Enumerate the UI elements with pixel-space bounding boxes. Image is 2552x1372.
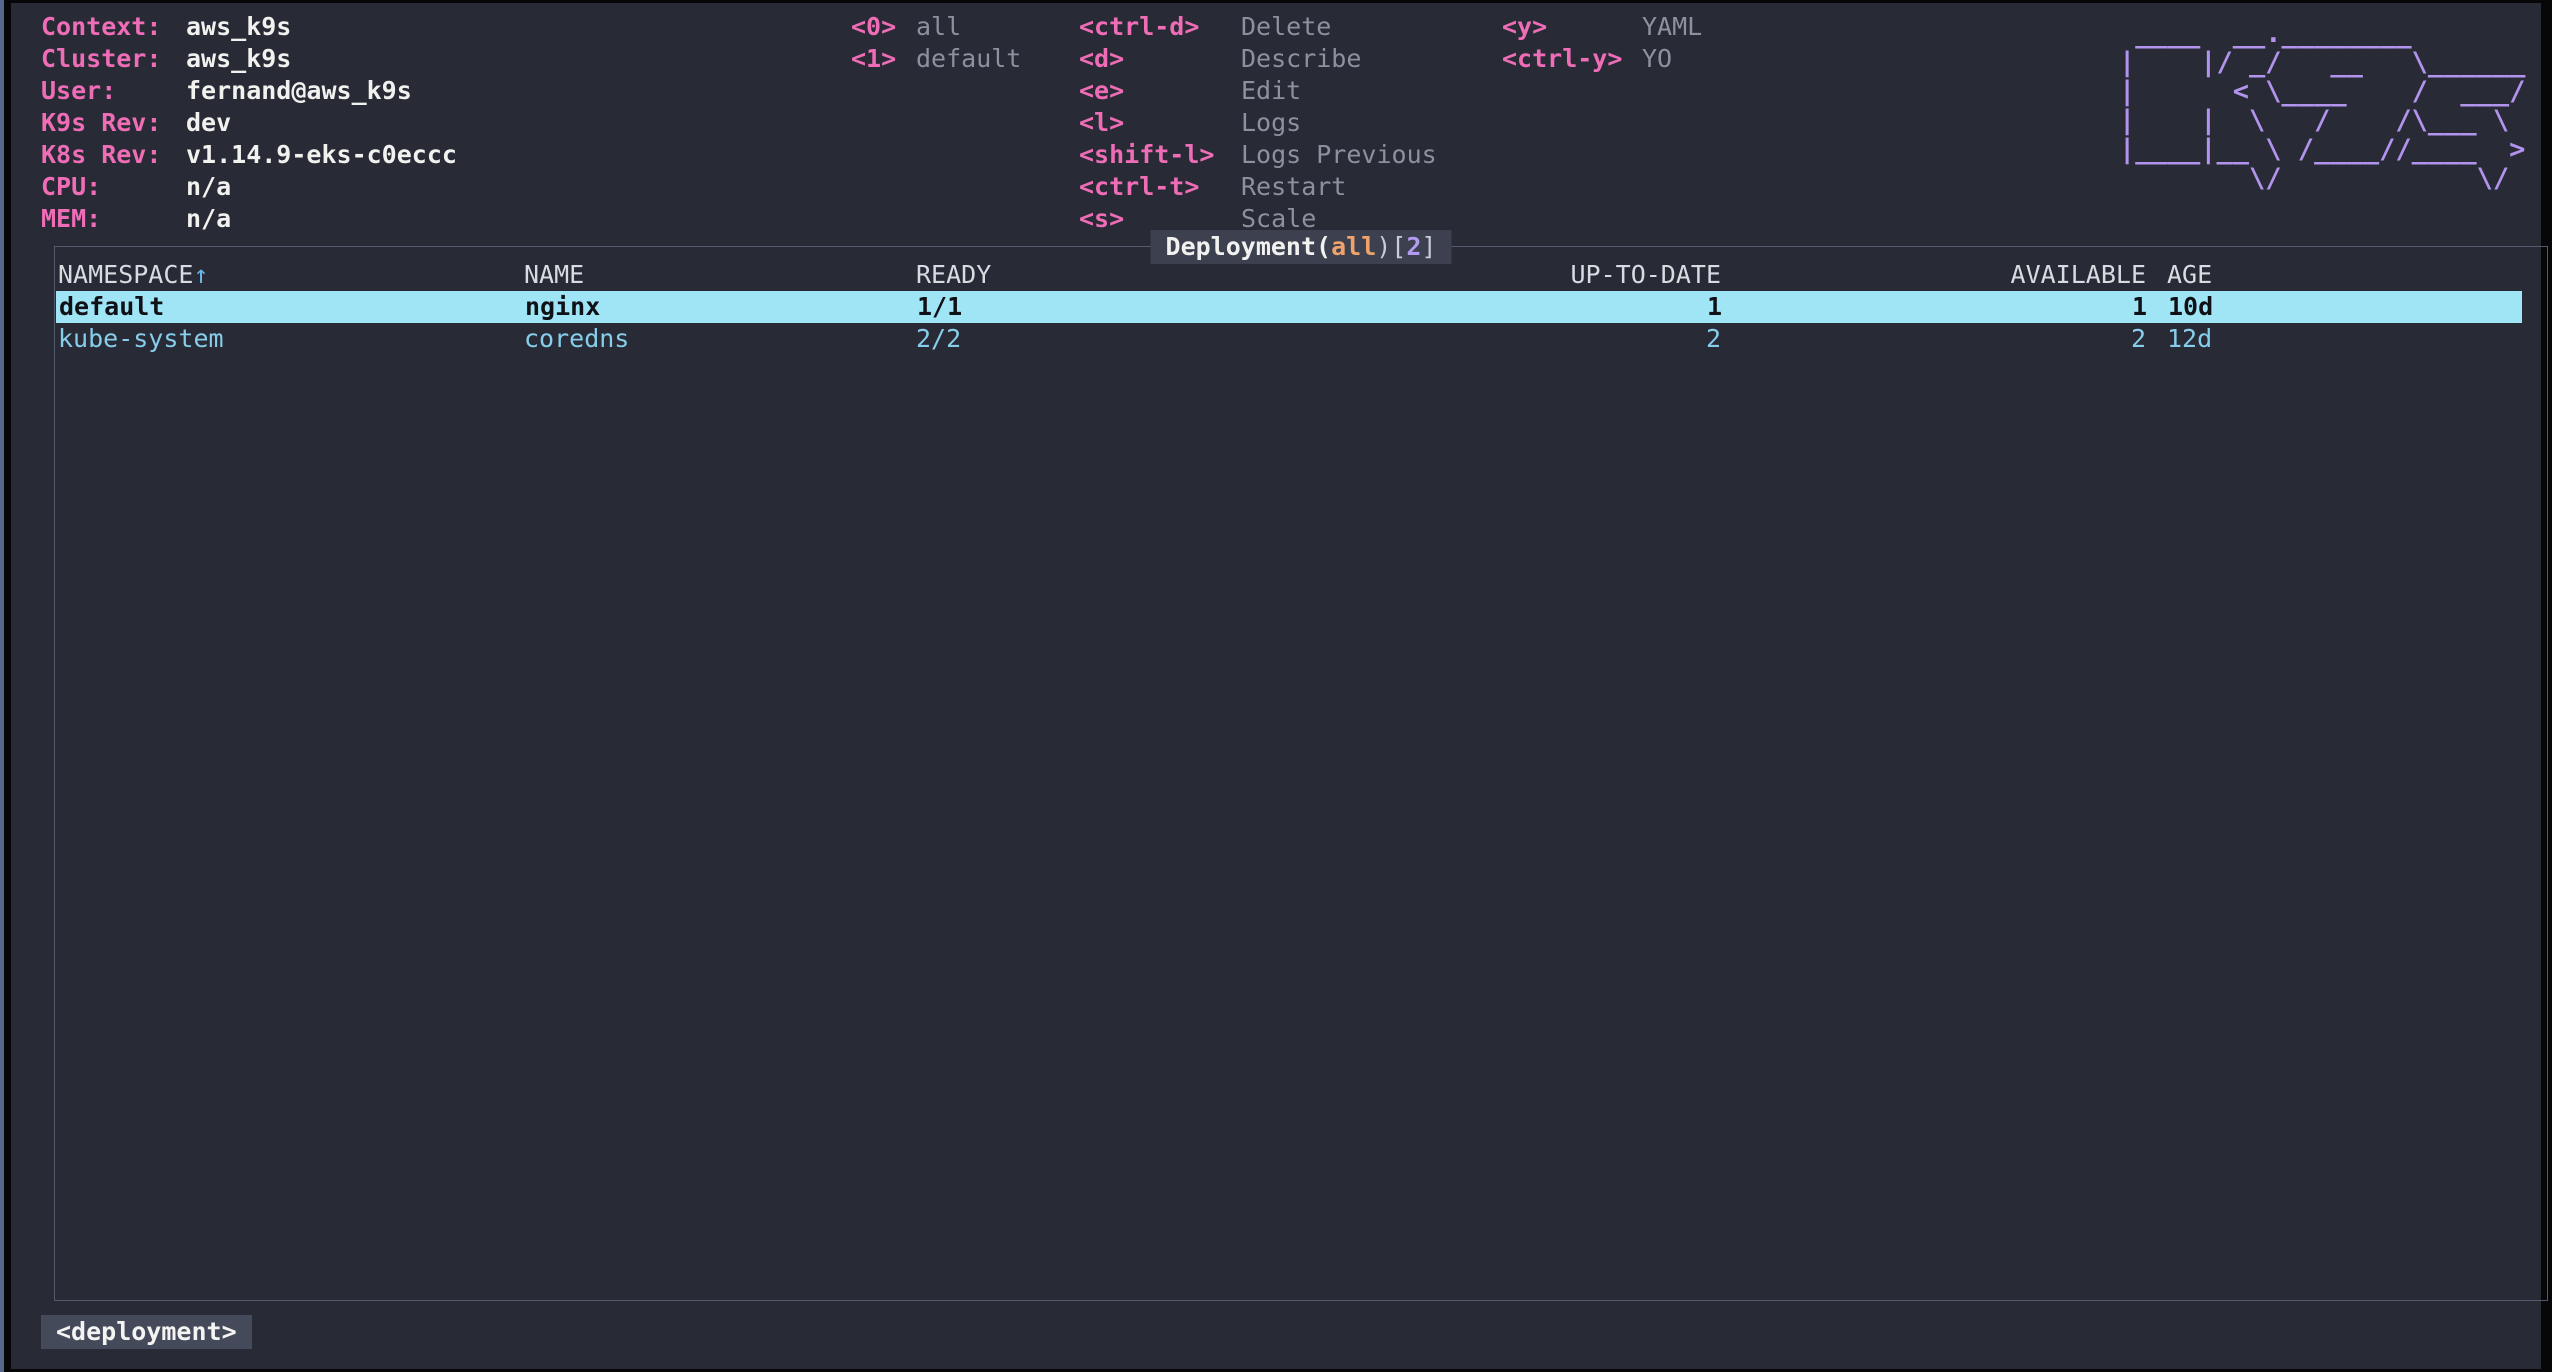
table-title-bracket: ] <box>1421 232 1436 261</box>
table-header-row: NAMESPACE↑ NAME READY UP-TO-DATE AVAILAB… <box>55 259 2547 291</box>
cell-namespace: default <box>59 291 164 323</box>
info-value: aws_k9s <box>186 43 291 75</box>
info-value: dev <box>186 107 231 139</box>
info-label: CPU: <box>41 171 101 203</box>
breadcrumb-deployment[interactable]: <deployment> <box>41 1315 252 1349</box>
deployment-table: Deployment(all)[2] NAMESPACE↑ NAME READY… <box>54 246 2548 1301</box>
hotkey-label: Restart <box>1241 171 1346 203</box>
hotkey-label: all <box>916 11 961 43</box>
column-header-namespace[interactable]: NAMESPACE↑ <box>58 259 209 291</box>
cell-age: 12d <box>2167 323 2212 355</box>
hotkey-label: Describe <box>1241 43 1361 75</box>
hotkey-label: Logs Previous <box>1241 139 1437 171</box>
sort-arrow-icon: ↑ <box>193 260 208 289</box>
hotkey-key: <s> <box>1079 203 1124 235</box>
info-value: v1.14.9-eks-c0eccc <box>186 139 457 171</box>
hotkey-label: YO <box>1642 43 1672 75</box>
cell-namespace: kube-system <box>58 323 224 355</box>
cell-ready: 1/1 <box>917 291 962 323</box>
info-label: Context: <box>41 11 161 43</box>
hotkey-key: <shift-l> <box>1079 139 1214 171</box>
hotkey-key: <ctrl-d> <box>1079 11 1199 43</box>
cell-name: nginx <box>525 291 600 323</box>
column-header-available[interactable]: AVAILABLE <box>1805 259 2146 291</box>
hotkey-label: Delete <box>1241 11 1331 43</box>
hotkey-key: <y> <box>1502 11 1547 43</box>
info-label: Cluster: <box>41 43 161 75</box>
cell-name: coredns <box>524 323 629 355</box>
hotkey-key: <e> <box>1079 75 1124 107</box>
k9s-terminal: Context: aws_k9s Cluster: aws_k9s User: … <box>11 3 2541 1369</box>
hotkey-label: default <box>916 43 1021 75</box>
hotkey-key: <1> <box>851 43 896 75</box>
info-value: aws_k9s <box>186 11 291 43</box>
hotkey-label: YAML <box>1642 11 1702 43</box>
table-title-bracket: )[ <box>1376 232 1406 261</box>
column-header-name[interactable]: NAME <box>524 259 584 291</box>
info-label: User: <box>41 75 116 107</box>
cell-available: 2 <box>1805 323 2146 355</box>
info-value: fernand@aws_k9s <box>186 75 412 107</box>
info-label: K9s Rev: <box>41 107 161 139</box>
cell-ready: 2/2 <box>916 323 961 355</box>
cell-up-to-date: 2 <box>1255 323 1721 355</box>
table-title-resource: Deployment( <box>1166 232 1332 261</box>
hotkey-key: <ctrl-t> <box>1079 171 1199 203</box>
info-label: K8s Rev: <box>41 139 161 171</box>
table-title-count: 2 <box>1406 232 1421 261</box>
window-edge <box>0 0 4 1372</box>
table-row-selected[interactable]: default nginx 1/1 1 1 10d <box>56 291 2522 323</box>
column-header-ready[interactable]: READY <box>916 259 991 291</box>
hotkey-label: Edit <box>1241 75 1301 107</box>
cell-up-to-date: 1 <box>1256 291 1722 323</box>
column-header-up-to-date[interactable]: UP-TO-DATE <box>1255 259 1721 291</box>
hotkey-key: <d> <box>1079 43 1124 75</box>
table-title-scope: all <box>1331 232 1376 261</box>
k9s-ascii-logo: ____ __.________ | |/ _/ __ \______ | < … <box>2119 19 2525 193</box>
hotkey-key: <ctrl-y> <box>1502 43 1622 75</box>
info-value: n/a <box>186 171 231 203</box>
column-header-age[interactable]: AGE <box>2167 259 2212 291</box>
info-value: n/a <box>186 203 231 235</box>
hotkey-label: Logs <box>1241 107 1301 139</box>
hotkey-key: <0> <box>851 11 896 43</box>
hotkey-key: <l> <box>1079 107 1124 139</box>
table-row[interactable]: kube-system coredns 2/2 2 2 12d <box>55 323 2547 355</box>
info-label: MEM: <box>41 203 101 235</box>
cell-available: 1 <box>1806 291 2147 323</box>
cell-age: 10d <box>2168 291 2213 323</box>
